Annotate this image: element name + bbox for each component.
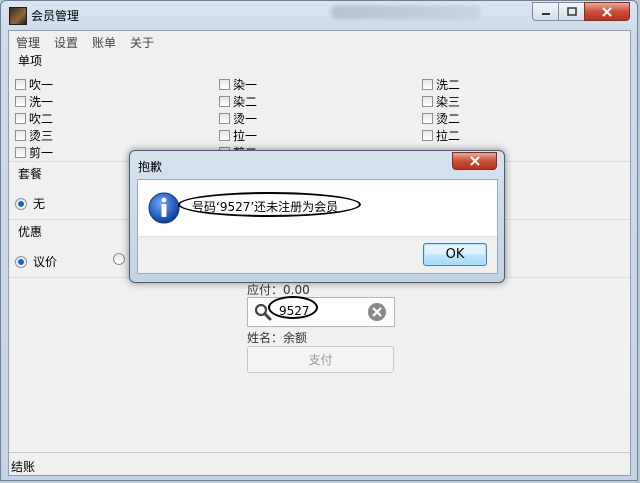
- checkbox[interactable]: [15, 79, 26, 90]
- checkbox[interactable]: [15, 130, 26, 141]
- blurred-title-area: [331, 5, 481, 19]
- checkbox-item[interactable]: 烫三: [15, 127, 53, 144]
- info-icon: [148, 192, 180, 224]
- maximize-icon: [566, 6, 577, 16]
- checkbox-item[interactable]: 烫一: [219, 110, 257, 127]
- menu-bills[interactable]: 账单: [92, 34, 116, 51]
- checkbox-item[interactable]: 染三: [422, 93, 460, 110]
- radio-button[interactable]: [15, 197, 27, 210]
- amount-due-label: 应付：0.00: [247, 283, 310, 297]
- checkbox[interactable]: [219, 113, 230, 124]
- clear-icon[interactable]: [367, 302, 387, 322]
- close-button[interactable]: [584, 2, 630, 21]
- radio-discount-other[interactable]: [113, 253, 125, 265]
- dialog-title: 抱歉: [138, 160, 163, 174]
- ok-button[interactable]: OK: [423, 243, 487, 266]
- title-bar[interactable]: 会员管理: [1, 1, 639, 29]
- checkbox-item[interactable]: 洗一: [15, 93, 53, 110]
- items-section-label: 单项: [18, 54, 43, 68]
- annotation-ellipse: [178, 192, 361, 217]
- menu-manage[interactable]: 管理: [16, 34, 40, 51]
- status-separator: [9, 452, 630, 453]
- checkbox[interactable]: [422, 79, 433, 90]
- minimize-button[interactable]: [532, 2, 559, 21]
- checkbox[interactable]: [422, 130, 433, 141]
- error-dialog: 抱歉 号码‘9527’还未注册为会员 OK: [129, 150, 505, 283]
- checkbox-item[interactable]: 吹二: [15, 110, 53, 127]
- status-bar-text: 结账: [11, 460, 36, 474]
- checkbox-item[interactable]: 染二: [219, 93, 257, 110]
- menu-about[interactable]: 关于: [130, 34, 154, 51]
- app-icon: [9, 7, 27, 25]
- checkbox-item[interactable]: 剪一: [15, 144, 53, 161]
- checkbox[interactable]: [15, 96, 26, 107]
- menu-settings[interactable]: 设置: [54, 34, 78, 51]
- discount-section-label: 优惠: [18, 225, 43, 239]
- close-icon: [602, 6, 612, 17]
- checkbox-item[interactable]: 拉二: [422, 127, 460, 144]
- checkbox[interactable]: [219, 96, 230, 107]
- maximize-button[interactable]: [558, 2, 585, 21]
- checkbox[interactable]: [15, 113, 26, 124]
- checkbox[interactable]: [15, 147, 26, 158]
- checkbox-item[interactable]: 吹一: [15, 76, 53, 93]
- pay-button[interactable]: 支付: [247, 346, 394, 373]
- checkbox[interactable]: [422, 96, 433, 107]
- checkbox[interactable]: [422, 113, 433, 124]
- window-title: 会员管理: [31, 9, 80, 23]
- radio-discount-bargain[interactable]: 议价: [15, 253, 57, 270]
- checkbox-item[interactable]: 拉一: [219, 127, 257, 144]
- radio-package-none[interactable]: 无: [15, 195, 45, 212]
- checkbox[interactable]: [219, 79, 230, 90]
- radio-button[interactable]: [15, 255, 27, 268]
- close-icon: [469, 156, 480, 166]
- checkbox[interactable]: [219, 130, 230, 141]
- minimize-icon: [541, 12, 550, 15]
- package-section-label: 套餐: [18, 167, 43, 181]
- dialog-footer: OK: [137, 236, 498, 274]
- menu-bar: 管理 设置 账单 关于: [9, 31, 630, 51]
- dialog-close-button[interactable]: [452, 152, 497, 170]
- checkbox-item[interactable]: 洗二: [422, 76, 460, 93]
- checkbox-item[interactable]: 烫二: [422, 110, 460, 127]
- name-balance-label: 姓名：余额: [247, 331, 308, 345]
- radio-button[interactable]: [113, 253, 125, 265]
- checkbox-item[interactable]: 染一: [219, 76, 257, 93]
- annotation-ellipse: [268, 296, 318, 319]
